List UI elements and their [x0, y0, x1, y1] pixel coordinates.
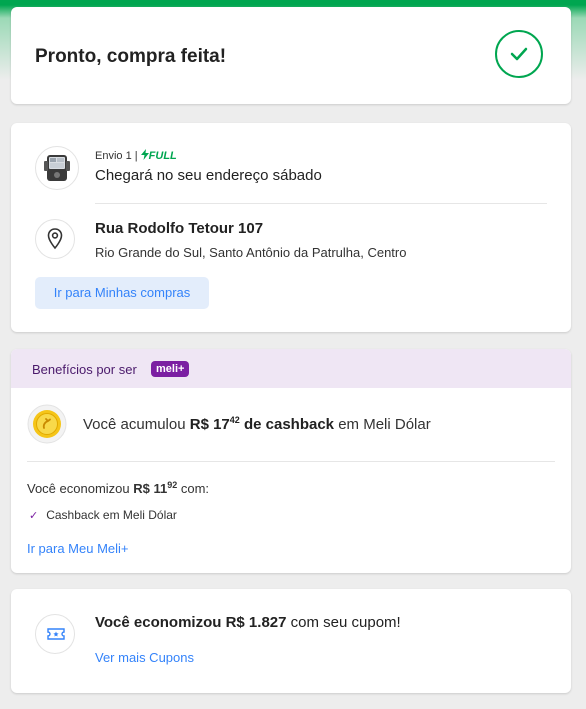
confirmation-title: Pronto, compra feita!	[35, 46, 227, 67]
product-thumbnail	[35, 146, 79, 190]
cashback-suffix: em Meli Dólar	[338, 416, 431, 433]
coupon-prefix: Você economizou	[95, 614, 222, 631]
location-pin-icon	[35, 219, 75, 259]
coupon-savings-text: Você economizou R$ 1.827 com seu cupom!	[95, 614, 401, 631]
meli-plus-link[interactable]: Ir para Meu Meli+	[27, 541, 129, 556]
saved-amount-int: R$ 11	[133, 481, 168, 496]
more-coupons-link[interactable]: Ver mais Cupons	[95, 650, 194, 665]
benefit-item-label: Cashback em Meli Dólar	[46, 508, 177, 522]
shipment-number: Envio 1 |	[95, 150, 138, 162]
cashback-amount-cents: 42	[229, 415, 240, 425]
cashback-amount-int: R$ 17	[189, 416, 230, 433]
delivery-eta: Chegará no seu endereço sábado	[95, 167, 322, 184]
full-badge: FULL	[140, 149, 177, 162]
benefits-header: Benefícios por ser meli+	[11, 349, 571, 388]
address-detail: Rio Grande do Sul, Santo Antônio da Patr…	[95, 245, 407, 260]
full-label: FULL	[148, 150, 177, 162]
benefits-title: Benefícios por ser	[32, 362, 137, 377]
saved-suffix: com:	[180, 481, 210, 496]
cashback-summary: Você acumulou R$ 1742 de cashback em Mel…	[83, 415, 431, 433]
my-purchases-button[interactable]: Ir para Minhas compras	[35, 277, 209, 309]
cashback-amount: R$ 1742	[189, 415, 240, 433]
meli-dollar-coin-icon	[27, 404, 67, 449]
coupon-amount: R$ 1.827	[225, 614, 287, 631]
cashback-prefix: Você acumulou	[83, 416, 186, 433]
meli-plus-benefits-card: Benefícios por ser meli+ Você acumulou R…	[11, 349, 571, 573]
address-street: Rua Rodolfo Tetour 107	[95, 220, 264, 237]
coupon-card: Você economizou R$ 1.827 com seu cupom! …	[11, 589, 571, 693]
divider	[27, 461, 555, 462]
purchase-confirmation-card: Pronto, compra feita!	[11, 7, 571, 104]
success-check-icon	[495, 30, 543, 78]
shipment-label: Envio 1 | FULL	[95, 149, 177, 162]
benefit-list-item: ✓ Cashback em Meli Dólar	[29, 508, 177, 522]
meli-plus-badge: meli+	[151, 361, 190, 377]
saved-prefix: Você economizou	[27, 481, 130, 496]
lightning-icon	[140, 149, 149, 160]
coupon-suffix: com seu cupom!	[290, 614, 401, 631]
check-icon: ✓	[29, 510, 39, 522]
saved-amount-cents: 92	[167, 480, 178, 490]
saved-amount: R$ 1192	[133, 480, 178, 496]
cashback-bold-label: de cashback	[243, 416, 335, 433]
divider	[95, 203, 547, 204]
shipment-card: Envio 1 | FULL Chegará no seu endereço s…	[11, 123, 571, 332]
coupon-ticket-icon	[35, 614, 75, 654]
savings-summary: Você economizou R$ 1192 com:	[27, 480, 210, 496]
